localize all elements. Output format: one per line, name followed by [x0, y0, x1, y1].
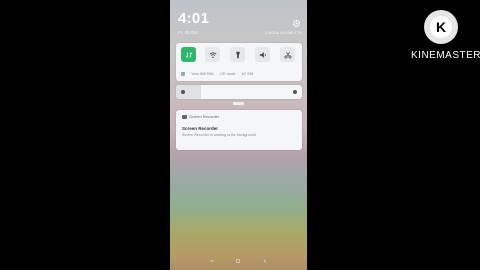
data-icon	[185, 51, 192, 58]
flashlight-toggle[interactable]	[230, 47, 245, 62]
quick-settings-panel: Yono Wifi PAN LTE mode 4G SIM	[176, 43, 302, 81]
data-toggle[interactable]	[181, 47, 196, 62]
wifi-icon	[209, 51, 216, 58]
scissors-icon	[284, 51, 291, 58]
brightness-low-icon	[181, 90, 185, 94]
menu-nav-icon[interactable]	[210, 259, 214, 263]
flashlight-icon	[235, 51, 240, 58]
sim-icon	[181, 72, 185, 76]
kinemaster-logo-icon: K	[424, 10, 458, 44]
notification-body: Screen Recorder is working in the backgr…	[182, 133, 256, 137]
brightness-high-icon	[293, 90, 297, 94]
notification-app-name: Screen Recorder	[189, 114, 220, 119]
wifi-toggle[interactable]	[205, 47, 220, 62]
brightness-fill	[176, 85, 201, 99]
kinemaster-logo-letter: K	[435, 19, 447, 35]
status-bar-info: 0.4KB/s Vol 5all 97%	[264, 30, 302, 35]
back-nav-icon[interactable]	[263, 259, 267, 263]
notification-card[interactable]: Screen Recorder Screen Recorder Screen R…	[176, 110, 302, 150]
gear-icon[interactable]	[292, 15, 301, 28]
notification-title: Screen Recorder	[182, 126, 219, 131]
drag-handle[interactable]	[233, 102, 244, 105]
sound-icon	[259, 51, 266, 58]
phone-screen: 4:01 Fr, 20 Oct 0.4KB/s Vol 5all 97% Yon…	[170, 0, 307, 270]
network-mode: LTE mode	[219, 72, 236, 76]
date-label: Fr, 20 Oct	[178, 30, 198, 35]
clock-time: 4:01	[178, 10, 210, 27]
kinemaster-watermark: KINEMASTER	[411, 50, 480, 61]
screenshot-toggle[interactable]	[280, 47, 295, 62]
network-info-row: Yono Wifi PAN LTE mode 4G SIM	[181, 72, 253, 76]
home-nav-icon[interactable]	[236, 259, 240, 263]
network-operator: Yono Wifi PAN	[191, 72, 214, 76]
notification-header: Screen Recorder	[182, 114, 219, 119]
sound-toggle[interactable]	[255, 47, 270, 62]
network-sim: 4G SIM	[241, 72, 254, 76]
brightness-slider[interactable]	[176, 85, 302, 99]
camera-icon	[182, 114, 187, 119]
